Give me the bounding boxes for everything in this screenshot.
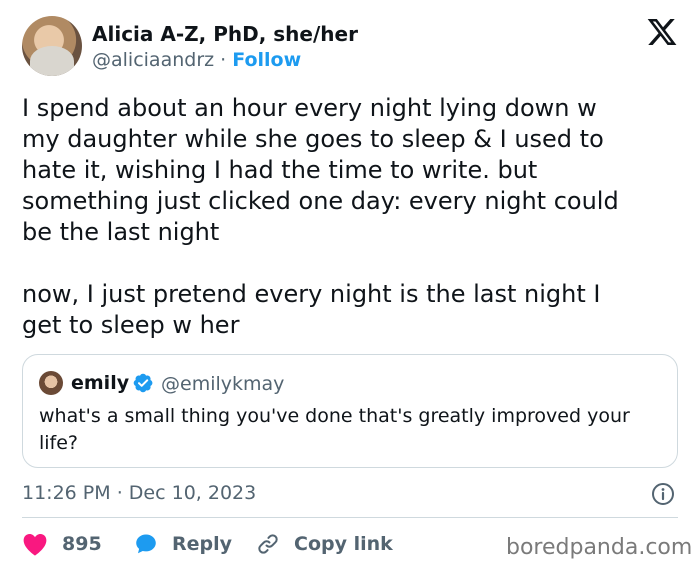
reply-label: Reply xyxy=(172,533,233,555)
watermark: boredpanda.com xyxy=(506,535,693,560)
handle-separator: · xyxy=(220,49,227,71)
copy-link-label: Copy link xyxy=(294,533,393,555)
author-handle-row: @aliciaandrz · Follow xyxy=(92,49,301,71)
tweet-time: 11:26 PM xyxy=(22,482,111,504)
like-count: 895 xyxy=(62,533,102,555)
x-logo-icon[interactable] xyxy=(646,16,678,48)
quoted-author-handle: @emilykmay xyxy=(161,373,285,395)
quoted-tweet[interactable]: emily @emilykmay what's a small thing yo… xyxy=(22,354,678,468)
quoted-author-name: emily xyxy=(71,372,130,394)
author-avatar[interactable] xyxy=(22,16,82,76)
timestamp-separator: · xyxy=(116,482,123,504)
follow-button[interactable]: Follow xyxy=(232,49,301,71)
verified-badge-icon xyxy=(133,373,153,393)
divider xyxy=(22,517,678,518)
quoted-avatar xyxy=(39,371,63,395)
quoted-tweet-text: what's a small thing you've done that's … xyxy=(39,405,630,454)
link-icon xyxy=(258,534,278,554)
like-button[interactable]: 895 xyxy=(22,532,102,556)
heart-icon xyxy=(23,534,47,556)
info-icon[interactable] xyxy=(651,482,675,506)
tweet-timestamp[interactable]: 11:26 PM · Dec 10, 2023 xyxy=(22,482,256,504)
author-handle[interactable]: @aliciaandrz xyxy=(92,49,214,71)
reply-button[interactable]: Reply xyxy=(134,532,232,556)
tweet-date: Dec 10, 2023 xyxy=(128,482,257,504)
author-name[interactable]: Alicia A-Z, PhD, she/her xyxy=(92,22,358,46)
reply-bubble-icon xyxy=(136,534,156,554)
copy-link-button[interactable]: Copy link xyxy=(256,532,393,556)
tweet-text: I spend about an hour every night lying … xyxy=(22,94,619,339)
